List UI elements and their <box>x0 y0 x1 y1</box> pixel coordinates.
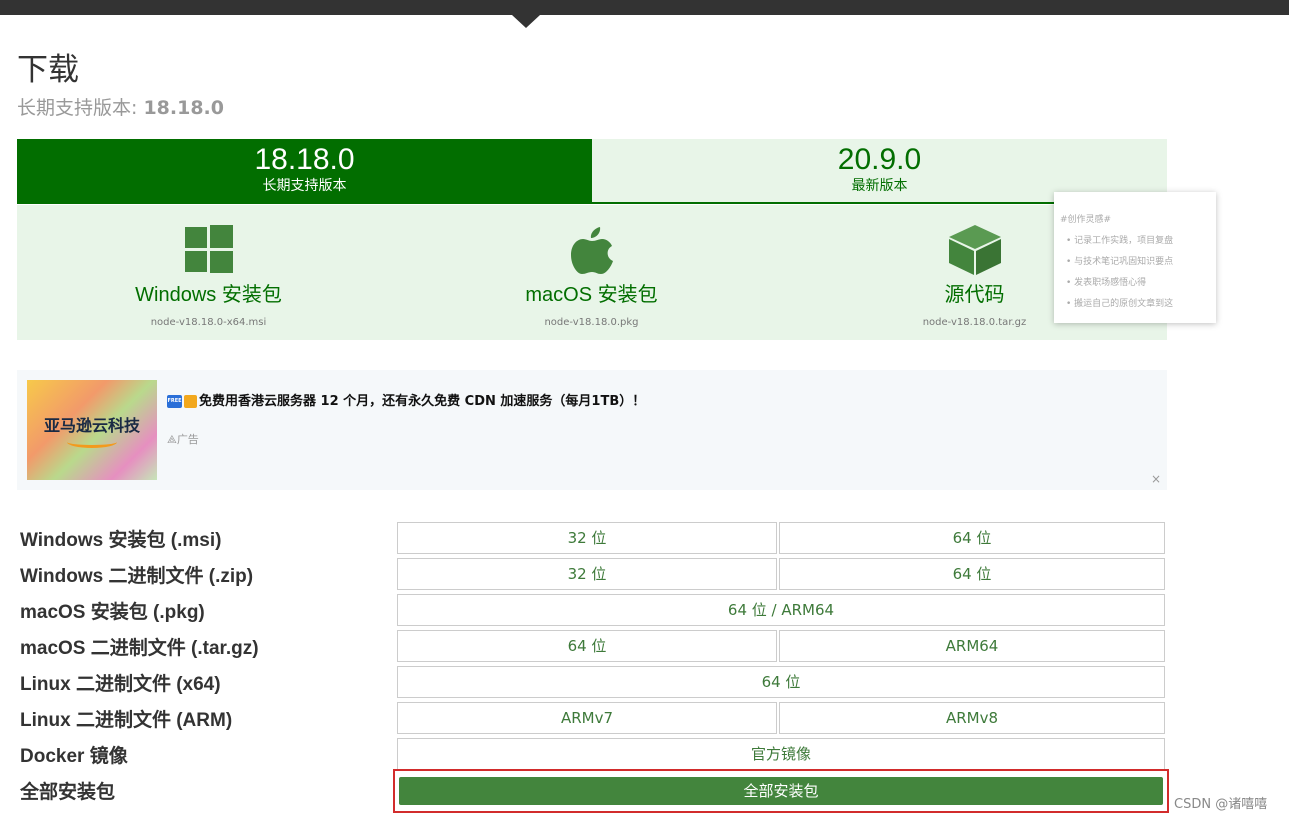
windows-installer-filename: node-v18.18.0-x64.msi <box>150 317 267 328</box>
popup-item[interactable]: • 搬运自己的原创文章到这 <box>1060 296 1210 309</box>
popup-item[interactable]: • 记录工作实践，项目复盘 <box>1060 233 1210 246</box>
ad-close-button[interactable]: × <box>1151 472 1161 486</box>
macos-installer-download[interactable]: macOS 安装包 node-v18.18.0.pkg <box>400 205 783 340</box>
ad-triangle-icon: ⟁ <box>167 433 177 446</box>
download-link[interactable]: 64 位 <box>779 558 1165 590</box>
row-label: macOS 二进制文件 (.tar.gz) <box>20 638 259 659</box>
download-link[interactable]: 32 位 <box>397 522 777 554</box>
windows-installer-download[interactable]: Windows 安装包 node-v18.18.0-x64.msi <box>17 205 400 340</box>
tab-lts-version: 18.18.0 <box>254 143 355 176</box>
row-label: Linux 二进制文件 (x64) <box>20 674 221 695</box>
all-packages-button[interactable]: 全部安装包 <box>399 777 1163 805</box>
download-link[interactable]: 64 位 <box>397 666 1165 698</box>
ad-banner[interactable]: 亚马逊云科技 FREE 免费用香港云服务器 12 个月，还有永久免费 CDN 加速… <box>17 370 1167 490</box>
popup-item[interactable]: • 与技术笔记巩固知识要点 <box>1060 254 1210 267</box>
page-title: 下载 <box>17 52 79 88</box>
download-link[interactable]: 32 位 <box>397 558 777 590</box>
popup-title: #创作灵感# <box>1060 215 1112 225</box>
tab-lts-label: 长期支持版本 <box>262 178 347 194</box>
table-row: Docker 镜像 官方镜像 <box>17 738 1167 770</box>
row-label: Windows 安装包 (.msi) <box>20 530 222 551</box>
row-label: macOS 安装包 (.pkg) <box>20 602 205 623</box>
ad-image-logo-text: 亚马逊云科技 <box>43 416 140 435</box>
top-nav-bar <box>0 0 1289 15</box>
macos-installer-filename: node-v18.18.0.pkg <box>544 317 639 328</box>
table-row: Windows 安装包 (.msi) 32 位 64 位 <box>17 522 1167 554</box>
tab-lts[interactable]: 18.18.0 长期支持版本 <box>17 139 592 202</box>
ad-label: ⟁广告 <box>167 433 199 446</box>
download-link[interactable]: ARMv8 <box>779 702 1165 734</box>
ad-image[interactable]: 亚马逊云科技 <box>27 380 157 480</box>
csdn-watermark: CSDN @诸嘻嘻 <box>1174 797 1268 812</box>
ad-headline[interactable]: FREE 免费用香港云服务器 12 个月，还有永久免费 CDN 加速服务（每月1T… <box>167 390 645 409</box>
lts-subtitle: 长期支持版本: 18.18.0 <box>17 97 224 119</box>
gift-icon <box>184 395 197 408</box>
download-icons-row: Windows 安装包 node-v18.18.0-x64.msi macOS … <box>17 205 1167 340</box>
free-badge-icon: FREE <box>167 395 182 408</box>
download-link[interactable]: 官方镜像 <box>397 738 1165 770</box>
macos-installer-label: macOS 安装包 <box>525 284 658 306</box>
nav-active-indicator <box>512 15 540 28</box>
download-link[interactable]: 64 位 <box>779 522 1165 554</box>
cube-icon <box>948 225 1001 279</box>
windows-installer-label: Windows 安装包 <box>135 284 282 306</box>
download-link[interactable]: 64 位 <box>397 630 777 662</box>
lts-version-value: 18.18.0 <box>143 97 224 119</box>
inspiration-popup: #创作灵感# • 记录工作实践，项目复盘 • 与技术笔记巩固知识要点 • 发表职… <box>1054 192 1216 323</box>
table-row: Linux 二进制文件 (x64) 64 位 <box>17 666 1167 698</box>
windows-logo-icon <box>184 225 233 277</box>
table-row: Linux 二进制文件 (ARM) ARMv7 ARMv8 <box>17 702 1167 734</box>
apple-logo-icon <box>570 225 614 279</box>
tab-current-version: 20.9.0 <box>837 143 922 176</box>
download-link[interactable]: ARM64 <box>779 630 1165 662</box>
table-row: macOS 安装包 (.pkg) 64 位 / ARM64 <box>17 594 1167 626</box>
download-link[interactable]: ARMv7 <box>397 702 777 734</box>
version-tabs: 18.18.0 长期支持版本 20.9.0 最新版本 <box>17 139 1167 204</box>
popup-item[interactable]: • 发表职场感悟心得 <box>1060 275 1210 288</box>
table-row: macOS 二进制文件 (.tar.gz) 64 位 ARM64 <box>17 630 1167 662</box>
row-label: 全部安装包 <box>20 782 116 803</box>
row-label: Docker 镜像 <box>20 746 128 767</box>
row-label: Linux 二进制文件 (ARM) <box>20 710 233 731</box>
table-row: Windows 二进制文件 (.zip) 32 位 64 位 <box>17 558 1167 590</box>
download-link[interactable]: 64 位 / ARM64 <box>397 594 1165 626</box>
amazon-smile-icon <box>67 436 117 448</box>
row-label: Windows 二进制文件 (.zip) <box>20 566 254 587</box>
